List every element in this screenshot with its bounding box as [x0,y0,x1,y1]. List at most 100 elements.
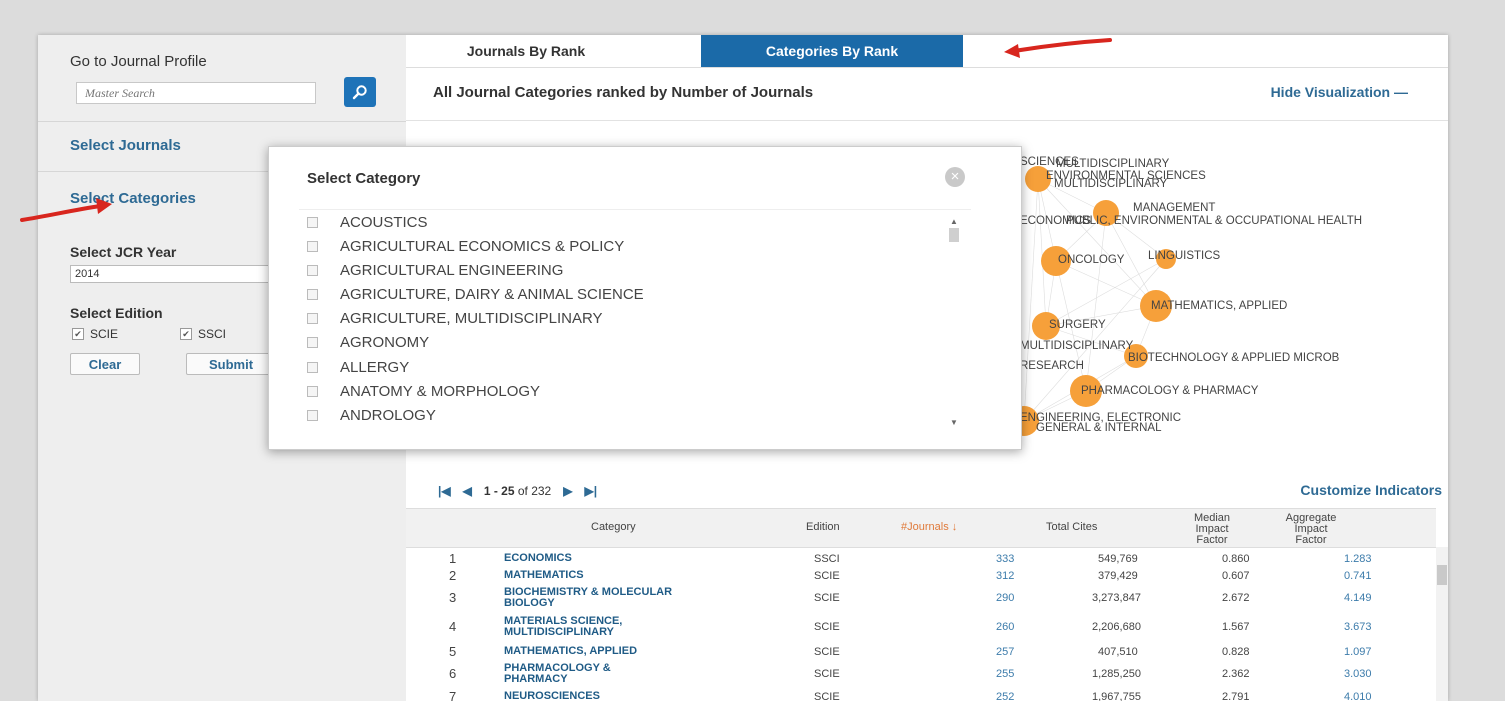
divider [38,121,406,122]
checkbox-icon[interactable] [307,386,318,397]
col-median-if[interactable]: Median Impact Factor [1182,513,1242,546]
row-category-link[interactable]: ECONOMICS [504,553,724,564]
last-page-icon[interactable]: ▶| [584,484,597,498]
row-journals[interactable]: 257 [996,646,1014,658]
viz-label: MATHEMATICS, APPLIED [1151,300,1287,312]
edition-ssci-checkbox[interactable]: ✔ SSCI [180,327,226,341]
list-item[interactable]: ALLERGY [307,359,409,376]
row-rank: 5 [449,644,457,659]
row-edition: SCIE [814,621,840,633]
row-aggregate: 4.149 [1344,592,1372,604]
row-category-link[interactable]: NEUROSCIENCES [504,691,734,701]
customize-indicators-link[interactable]: Customize Indicators [1300,482,1442,498]
row-category-link[interactable]: BIOCHEMISTRY & MOLECULAR BIOLOGY [504,587,714,609]
viz-label: MULTIDISCIPLINARY [1056,158,1170,170]
go-to-profile-label: Go to Journal Profile [70,53,207,70]
viz-label: BIOTECHNOLOGY & APPLIED MICROB [1128,352,1340,364]
hide-visualization-link[interactable]: Hide Visualization — [1271,84,1408,100]
checkbox-icon[interactable] [307,289,318,300]
table-row[interactable]: 4 MATERIALS SCIENCE, MULTIDISCIPLINARY S… [406,615,1436,641]
col-edition[interactable]: Edition [806,522,840,533]
list-item[interactable]: AGRICULTURAL ENGINEERING [307,262,563,279]
category-label: ACOUSTICS [340,214,428,231]
close-icon[interactable]: × [945,167,965,187]
row-journals[interactable]: 255 [996,668,1014,680]
list-item[interactable]: ANATOMY & MORPHOLOGY [307,383,540,400]
row-aggregate: 1.097 [1344,646,1372,658]
col-total-cites[interactable]: Total Cites [1046,522,1097,533]
row-journals[interactable]: 260 [996,621,1014,633]
viz-label: PUBLIC, ENVIRONMENTAL & OCCUPATIONAL HEA… [1066,215,1362,227]
row-aggregate: 3.673 [1344,621,1372,633]
row-median: 2.791 [1222,691,1250,701]
row-total-cites: 549,769 [1098,553,1138,565]
table-row[interactable]: 7 NEUROSCIENCES SCIE 252 1,967,755 2.791… [406,689,1436,701]
checkbox-icon[interactable] [307,313,318,324]
col-aggregate-if[interactable]: Aggregate Impact Factor [1278,513,1344,546]
clear-button[interactable]: Clear [70,353,140,375]
checkbox-icon[interactable] [307,241,318,252]
col-journals[interactable]: #Journals ↓ [901,522,957,533]
row-journals[interactable]: 312 [996,570,1014,582]
list-item[interactable]: ANDROLOGY [307,407,436,424]
table-header: Category Edition #Journals ↓ Total Cites… [406,508,1436,548]
prev-page-icon[interactable]: ◀ [463,484,472,498]
row-rank: 7 [449,689,457,701]
tab-journals-by-rank[interactable]: Journals By Rank [426,35,626,67]
edition-label: SCIE [90,327,119,341]
row-category-link[interactable]: MATHEMATICS, APPLIED [504,646,734,657]
master-search-input[interactable] [76,82,316,104]
row-total-cites: 3,273,847 [1092,592,1141,604]
category-label: AGRICULTURE, DAIRY & ANIMAL SCIENCE [340,286,644,303]
viz-label: LINGUISTICS [1148,250,1221,262]
row-journals[interactable]: 252 [996,691,1014,701]
scroll-down-icon[interactable]: ▼ [949,418,959,427]
scroll-up-icon[interactable]: ▲ [949,217,959,226]
table-scroll-thumb[interactable] [1437,565,1447,585]
tab-categories-by-rank[interactable]: Categories By Rank [701,35,963,67]
row-category-link[interactable]: MATHEMATICS [504,570,724,581]
checkbox-icon[interactable] [307,265,318,276]
checkbox-icon[interactable] [307,362,318,373]
row-total-cites: 1,967,755 [1092,691,1141,701]
row-aggregate: 0.741 [1344,570,1372,582]
list-item[interactable]: ACOUSTICS [307,214,428,231]
col-category[interactable]: Category [591,522,636,533]
table-row[interactable]: 2 MATHEMATICS SCIE 312 379,429 0.607 0.7… [406,568,1436,584]
row-edition: SCIE [814,691,840,701]
row-median: 1.567 [1222,621,1250,633]
checkbox-icon: ✔ [72,328,84,340]
category-scroll-thumb[interactable] [949,228,959,242]
row-journals[interactable]: 290 [996,592,1014,604]
table-row[interactable]: 5 MATHEMATICS, APPLIED SCIE 257 407,510 … [406,644,1436,660]
row-rank: 1 [449,551,457,566]
row-category-link[interactable]: MATERIALS SCIENCE, MULTIDISCIPLINARY [504,616,714,638]
table-row[interactable]: 3 BIOCHEMISTRY & MOLECULAR BIOLOGY SCIE … [406,586,1436,612]
next-page-icon[interactable]: ▶ [563,484,572,498]
checkbox-icon[interactable] [307,410,318,421]
list-item[interactable]: AGRONOMY [307,334,429,351]
row-category-link[interactable]: PHARMACOLOGY & PHARMACY [504,663,674,685]
first-page-icon[interactable]: |◀ [438,484,451,498]
table-row[interactable]: 6 PHARMACOLOGY & PHARMACY SCIE 255 1,285… [406,662,1436,688]
select-journals-link[interactable]: Select Journals [70,137,181,154]
viz-label: MULTIDISCIPLINARY [1054,178,1168,190]
search-button[interactable] [344,77,376,107]
list-item[interactable]: AGRICULTURE, DAIRY & ANIMAL SCIENCE [307,286,644,303]
list-item[interactable]: AGRICULTURE, MULTIDISCIPLINARY [307,310,603,327]
select-year-label: Select JCR Year [70,244,177,260]
row-total-cites: 379,429 [1098,570,1138,582]
year-select[interactable]: 2014 [70,265,280,283]
checkbox-icon[interactable] [307,217,318,228]
list-item[interactable]: AGRICULTURAL ECONOMICS & POLICY [307,238,624,255]
table-row[interactable]: 1 ECONOMICS SSCI 333 549,769 0.860 1.283 [406,551,1436,567]
submit-button[interactable]: Submit [186,353,276,375]
row-median: 0.828 [1222,646,1250,658]
table-scrollbar[interactable] [1436,547,1448,701]
category-label: AGRICULTURAL ENGINEERING [340,262,564,279]
edition-scie-checkbox[interactable]: ✔ SCIE [72,327,118,341]
category-list-scrollbar[interactable]: ▲ ▼ [949,217,959,427]
row-journals[interactable]: 333 [996,553,1014,565]
row-median: 2.362 [1222,668,1250,680]
checkbox-icon[interactable] [307,337,318,348]
